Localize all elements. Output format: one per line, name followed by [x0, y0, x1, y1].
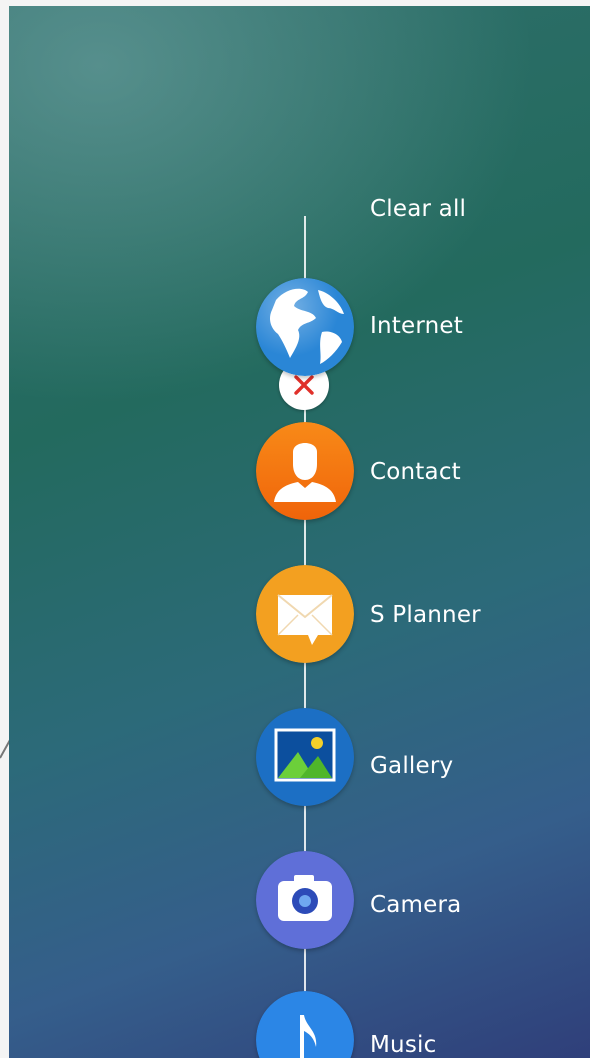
app-item-gallery[interactable]: Gallery	[9, 708, 590, 808]
music-app-icon[interactable]	[256, 991, 354, 1058]
camera-icon	[256, 851, 354, 949]
gallery-label: Gallery	[370, 753, 454, 779]
app-item-music[interactable]: Music	[9, 991, 590, 1058]
music-label: Music	[370, 1032, 437, 1058]
clear-all-row[interactable]: Clear all	[9, 183, 590, 410]
contact-label: Contact	[370, 459, 461, 485]
gallery-app-icon[interactable]	[256, 708, 354, 806]
app-item-contact[interactable]: Contact	[9, 422, 590, 522]
contact-app-icon[interactable]	[256, 422, 354, 520]
camera-label: Camera	[370, 892, 462, 918]
app-item-camera[interactable]: Camera	[9, 851, 590, 951]
envelope-icon	[256, 565, 354, 663]
camera-app-icon[interactable]	[256, 851, 354, 949]
splanner-label: S Planner	[370, 602, 481, 628]
recent-apps-panel: Clear all Internet Contact S Planner Gal…	[9, 6, 590, 1058]
app-item-splanner[interactable]: S Planner	[9, 565, 590, 665]
splanner-app-icon[interactable]	[256, 565, 354, 663]
clear-all-label: Clear all	[370, 196, 467, 222]
internet-app-icon[interactable]	[256, 278, 354, 376]
picture-icon	[256, 708, 354, 806]
app-item-internet[interactable]: Internet	[9, 278, 590, 378]
internet-label: Internet	[370, 313, 463, 339]
music-note-icon	[256, 991, 354, 1058]
person-icon	[256, 422, 354, 520]
globe-icon	[256, 278, 354, 376]
